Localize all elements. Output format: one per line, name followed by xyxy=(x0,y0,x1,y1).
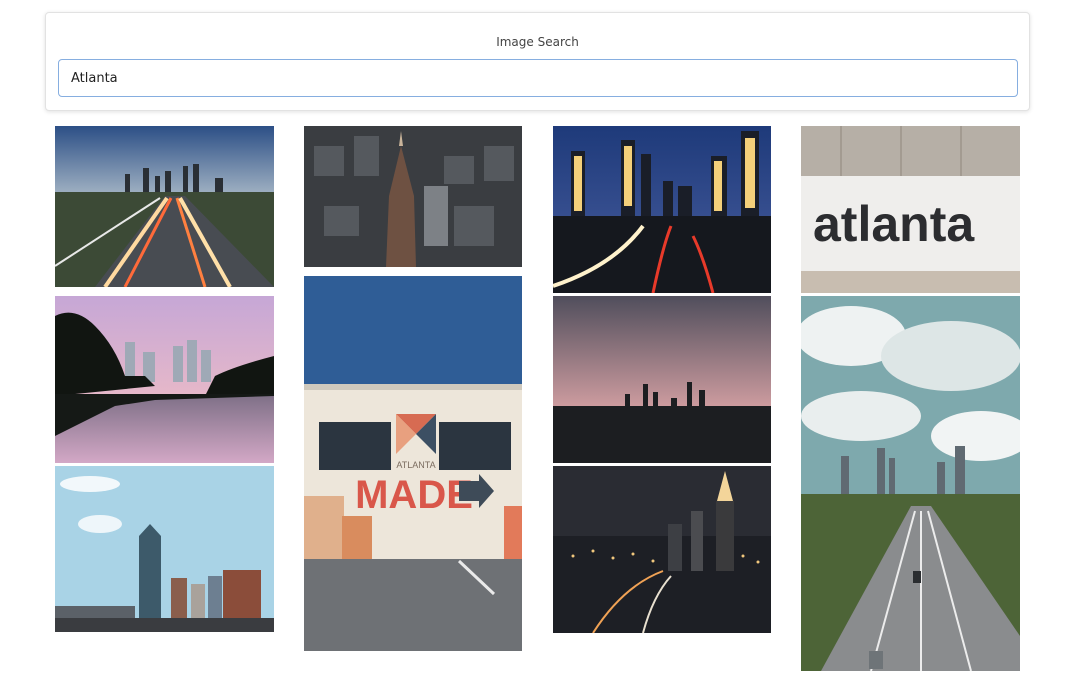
search-input[interactable] xyxy=(58,59,1018,97)
image-daytime-skyscraper-blue-sky[interactable] xyxy=(55,466,274,632)
image-cloudy-sky-freeway-skyline[interactable] xyxy=(801,296,1020,671)
image-atlanta-wall-lettering[interactable]: atlanta xyxy=(801,126,1020,293)
image-aerial-downtown-tower[interactable] xyxy=(304,126,522,267)
mural-small-text: ATLANTA xyxy=(396,460,435,470)
image-night-skyline-lit-spire[interactable] xyxy=(553,466,771,633)
image-highway-light-trails-sunset[interactable] xyxy=(55,126,274,287)
image-search-panel: Image Search xyxy=(45,12,1030,111)
search-title: Image Search xyxy=(496,35,579,49)
image-night-skyline-light-trails[interactable] xyxy=(553,126,771,293)
image-atlanta-made-mural[interactable]: ATLANTA MADE xyxy=(304,276,522,651)
mural-large-text: MADE xyxy=(355,473,473,517)
wall-lettering-text: atlanta xyxy=(813,196,975,252)
image-lake-reflection-skyline[interactable] xyxy=(55,296,274,463)
image-dusk-skyline-silhouette[interactable] xyxy=(553,296,771,463)
